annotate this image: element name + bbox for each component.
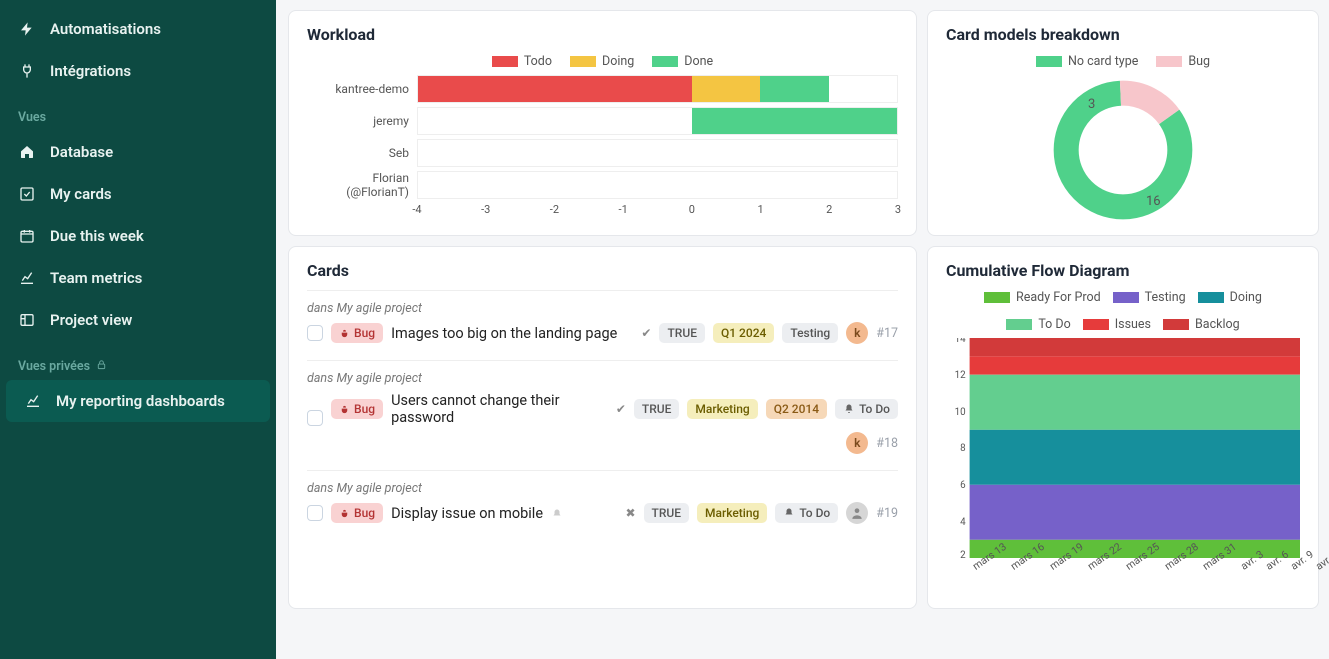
marketing-tag: Marketing: [687, 399, 757, 419]
true-tag: TRUE: [659, 323, 705, 343]
card-project: dans My agile project: [307, 481, 898, 496]
sidebar-label: My reporting dashboards: [56, 392, 225, 410]
svg-text:14: 14: [955, 338, 966, 345]
cfd-chart: 14 12 10 8 6 4 2 mars 13 mars 16 mars 19…: [946, 338, 1300, 598]
status-tag: Testing: [782, 323, 838, 343]
donut-panel: Card models breakdown No card type Bug 3…: [927, 10, 1319, 236]
quarter-tag: Q1 2024: [713, 323, 774, 343]
card-checkbox[interactable]: [307, 325, 323, 341]
cfd-title: Cumulative Flow Diagram: [946, 261, 1300, 280]
donut-chart: 3 16: [1048, 75, 1198, 225]
donut-title: Card models breakdown: [946, 25, 1300, 44]
calendar-icon: [18, 227, 36, 245]
sidebar-item-automations[interactable]: Automatisations: [0, 8, 276, 50]
sidebar-label: Intégrations: [50, 62, 131, 80]
bell-icon: [783, 507, 795, 519]
svg-text:10: 10: [955, 407, 966, 418]
sidebar-item-integrations[interactable]: Intégrations: [0, 50, 276, 92]
workload-legend: Todo Doing Done: [307, 54, 898, 69]
sidebar-item-due-this-week[interactable]: Due this week: [0, 215, 276, 257]
sidebar-label: My cards: [50, 185, 112, 203]
svg-text:4: 4: [960, 517, 966, 528]
avatar[interactable]: k: [846, 322, 868, 344]
cards-panel: Cards dans My agile project Bug Images t…: [288, 246, 917, 609]
card-item[interactable]: dans My agile project Bug Images too big…: [307, 290, 898, 360]
bug-icon: [339, 508, 350, 519]
card-checkbox[interactable]: [307, 505, 323, 521]
workload-row-label: Seb: [307, 146, 417, 160]
sidebar-label: Automatisations: [50, 20, 161, 38]
sidebar-label: Project view: [50, 311, 132, 329]
bolt-icon: [18, 20, 36, 38]
svg-text:12: 12: [955, 370, 966, 381]
cfd-legend: Ready For Prod Testing Doing To Do Issue…: [946, 290, 1300, 332]
workload-row-label: Florian (@FlorianT): [307, 171, 417, 199]
card-title: Images too big on the landing page: [391, 325, 633, 342]
workload-panel: Workload Todo Doing Done kantree-demo: [288, 10, 917, 236]
card-title: Users cannot change their password: [391, 392, 608, 426]
card-id: #18: [876, 436, 898, 451]
sidebar-item-database[interactable]: Database: [0, 131, 276, 173]
main-content: Workload Todo Doing Done kantree-demo: [276, 0, 1329, 659]
plug-icon: [18, 62, 36, 80]
card-project: dans My agile project: [307, 301, 898, 316]
lock-icon: [96, 359, 107, 374]
donut-value-notype: 16: [1146, 194, 1161, 209]
sidebar-section-vues: Vues: [0, 92, 276, 131]
sidebar-item-my-reporting[interactable]: My reporting dashboards: [6, 380, 270, 422]
sidebar: Automatisations Intégrations Vues Databa…: [0, 0, 276, 659]
cfd-panel: Cumulative Flow Diagram Ready For Prod T…: [927, 246, 1319, 609]
card-project: dans My agile project: [307, 371, 898, 386]
avatar[interactable]: k: [846, 432, 868, 454]
svg-text:2: 2: [960, 550, 966, 558]
true-tag: TRUE: [634, 399, 680, 419]
workload-row-label: kantree-demo: [307, 82, 417, 96]
sidebar-label: Database: [50, 143, 113, 161]
card-title: Display issue on mobile: [391, 505, 563, 522]
sidebar-item-team-metrics[interactable]: Team metrics: [0, 257, 276, 299]
home-icon: [18, 143, 36, 161]
bug-icon: [339, 404, 350, 415]
check-square-icon: [18, 185, 36, 203]
bug-icon: [339, 328, 350, 339]
x-icon: ✖: [625, 506, 635, 520]
todo-tag: To Do: [835, 399, 898, 419]
bug-tag: Bug: [331, 503, 383, 523]
bug-tag: Bug: [331, 323, 383, 343]
card-item[interactable]: dans My agile project Bug Display issue …: [307, 470, 898, 540]
card-item[interactable]: dans My agile project Bug Users cannot c…: [307, 360, 898, 470]
check-icon: ✔: [616, 402, 626, 416]
layout-icon: [18, 311, 36, 329]
check-icon: ✔: [641, 326, 651, 340]
sidebar-label: Due this week: [50, 227, 144, 245]
card-id: #19: [876, 506, 898, 521]
svg-text:6: 6: [960, 480, 966, 491]
quarter-tag: Q2 2014: [766, 399, 827, 419]
workload-axis: -4 -3 -2 -1 0 1 2 3: [417, 203, 898, 219]
todo-tag: To Do: [775, 503, 838, 523]
donut-legend: No card type Bug: [946, 54, 1300, 69]
chart-line-icon: [18, 269, 36, 287]
avatar[interactable]: [846, 502, 868, 524]
card-id: #17: [876, 326, 898, 341]
sidebar-label: Team metrics: [50, 269, 142, 287]
sidebar-item-my-cards[interactable]: My cards: [0, 173, 276, 215]
person-icon: [850, 506, 864, 520]
chart-line-icon: [24, 392, 42, 410]
workload-chart: kantree-demo jeremy Seb: [307, 75, 898, 219]
cards-title: Cards: [307, 261, 898, 280]
workload-row-label: jeremy: [307, 114, 417, 128]
workload-title: Workload: [307, 25, 898, 44]
bell-icon: [843, 403, 855, 415]
bug-tag: Bug: [331, 399, 383, 419]
donut-value-bug: 3: [1088, 97, 1095, 112]
sidebar-section-private: Vues privées: [0, 341, 276, 380]
bell-muted-icon: [551, 508, 563, 520]
cfd-xaxis: mars 13 mars 16 mars 19 mars 22 mars 25 …: [946, 562, 1300, 575]
sidebar-item-project-view[interactable]: Project view: [0, 299, 276, 341]
svg-text:8: 8: [960, 443, 966, 454]
marketing-tag: Marketing: [697, 503, 767, 523]
card-checkbox[interactable]: [307, 410, 323, 426]
true-tag: TRUE: [644, 503, 690, 523]
